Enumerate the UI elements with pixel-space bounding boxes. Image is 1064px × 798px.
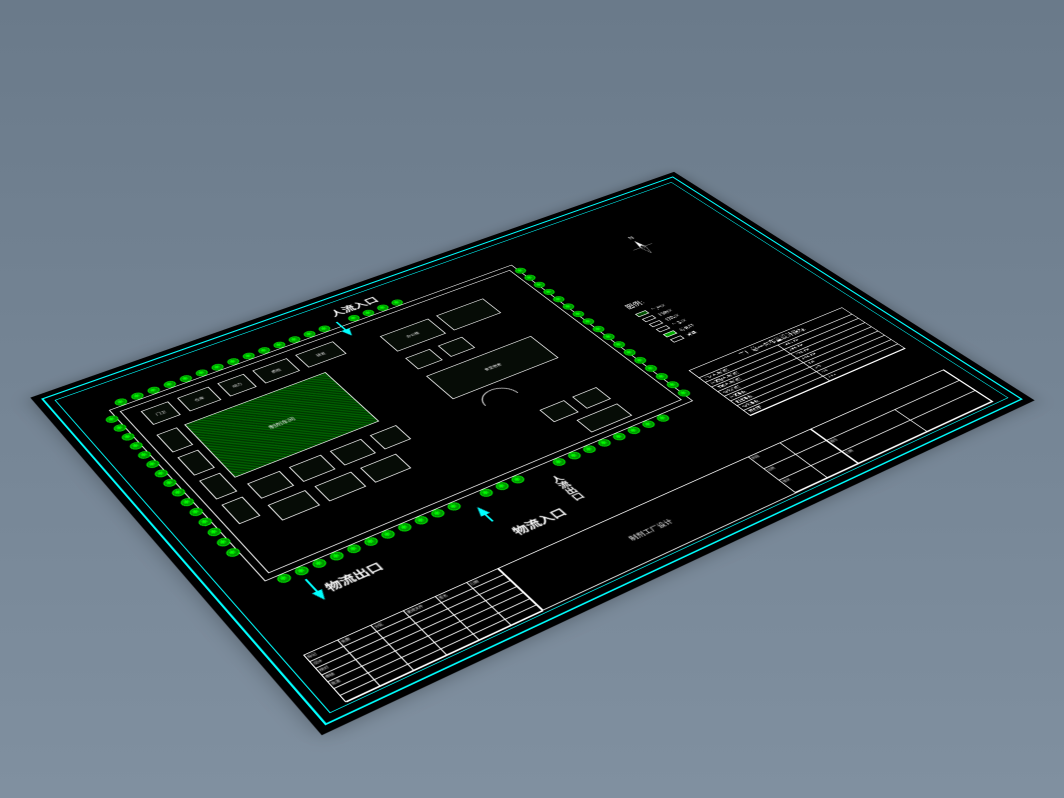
building-label: 制剂车间: [267, 416, 297, 430]
building-label: 食堂宿舍: [483, 362, 503, 371]
tree-icon: [445, 501, 463, 512]
building-label: 质检: [270, 368, 282, 374]
tree-icon: [310, 557, 328, 569]
tree-icon: [362, 536, 380, 548]
tree-icon: [196, 516, 214, 527]
tree-icon: [396, 522, 414, 533]
tree-icon: [153, 468, 170, 479]
tree-icon: [275, 572, 294, 584]
building-label: 动力: [231, 382, 243, 388]
cad-3d-viewport[interactable]: 门卫 仓库 动力 质检 研发 制剂车间 办公楼 食堂宿舍: [0, 0, 1064, 798]
building-label: 办公楼: [405, 331, 421, 338]
tree-icon: [179, 497, 196, 508]
tree-icon: [596, 438, 613, 448]
tree-icon: [654, 413, 671, 423]
building-small: [539, 400, 578, 422]
tree-icon: [412, 515, 430, 526]
tree-icon: [328, 550, 346, 562]
tree-icon: [509, 474, 527, 485]
tree-icon: [293, 565, 311, 577]
tree-icon: [640, 419, 657, 429]
tree-icon: [611, 432, 628, 442]
tree-icon: [581, 444, 598, 454]
tree-icon: [144, 459, 161, 469]
tree-icon: [550, 457, 567, 467]
tree-icon: [161, 477, 178, 488]
tree-icon: [187, 506, 205, 517]
tree-icon: [429, 508, 447, 519]
drawing-sheet[interactable]: 门卫 仓库 动力 质检 研发 制剂车间 办公楼 食堂宿舍: [30, 172, 1034, 735]
tree-icon: [170, 487, 187, 498]
building-label: 研发: [315, 351, 327, 357]
tree-icon: [493, 481, 511, 492]
building-label: 仓库: [193, 396, 205, 403]
building-small: [576, 403, 632, 432]
tree-icon: [224, 547, 242, 559]
tree-icon: [345, 543, 363, 555]
building-small: [199, 473, 237, 500]
tree-icon: [625, 425, 642, 435]
building-small: [268, 490, 321, 520]
building-small: [314, 472, 366, 502]
tree-icon: [566, 450, 583, 460]
tree-icon: [379, 529, 397, 541]
building-small: [330, 439, 376, 466]
